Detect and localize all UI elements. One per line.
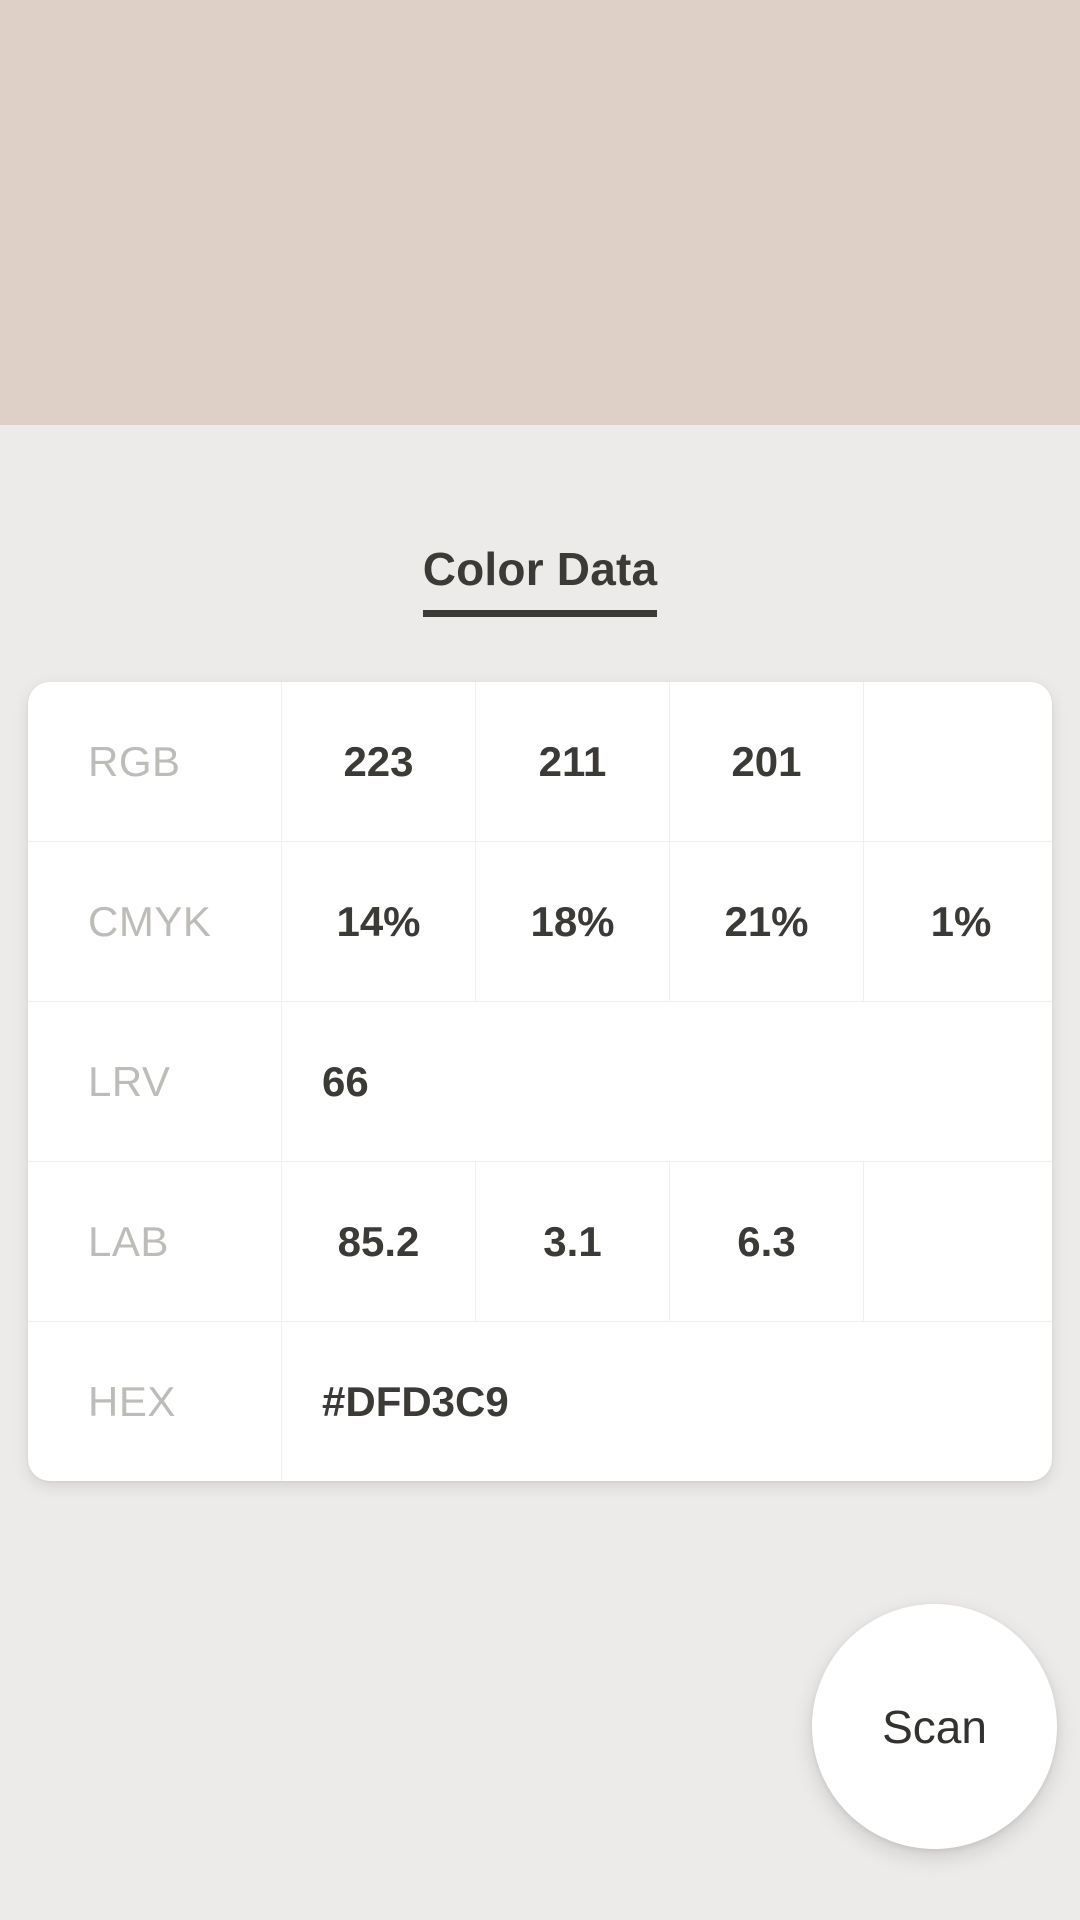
row-label-lrv: LRV <box>28 1002 282 1161</box>
table-row: RGB 223 211 201 <box>28 682 1052 842</box>
hex-value: #DFD3C9 <box>322 1377 509 1425</box>
table-row: LAB 85.2 3.1 6.3 <box>28 1162 1052 1322</box>
page-title-container: Color Data <box>0 513 1080 648</box>
row-label-rgb: RGB <box>28 682 282 841</box>
cmyk-k-value: 1% <box>930 897 992 945</box>
row-label-lab: LAB <box>28 1162 282 1321</box>
lab-a-value: 3.1 <box>476 1162 670 1321</box>
table-row: HEX #DFD3C9 <box>28 1322 1052 1481</box>
lab-empty-cell <box>864 1162 1052 1321</box>
row-label-cmyk: CMYK <box>28 842 282 1001</box>
lab-b-value: 6.3 <box>670 1162 864 1321</box>
lrv-value: 66 <box>322 1057 369 1105</box>
rgb-empty-cell <box>864 682 1052 841</box>
table-row: CMYK 14% 18% 21% 1% <box>28 842 1052 1002</box>
scan-button[interactable]: Scan <box>812 1604 1057 1849</box>
cmyk-c-value: 14% <box>282 842 476 1001</box>
cmyk-y-value: 21% <box>670 842 864 1001</box>
rgb-b-value: 201 <box>670 682 864 841</box>
cmyk-m-value: 18% <box>476 842 670 1001</box>
table-row: LRV 66 <box>28 1002 1052 1162</box>
rgb-r-value: 223 <box>282 682 476 841</box>
lab-l-value: 85.2 <box>282 1162 476 1321</box>
color-data-card: RGB 223 211 201 CMYK 14% 18% 21% 1% LRV … <box>28 682 1052 1481</box>
row-label-hex: HEX <box>28 1322 282 1481</box>
rgb-g-value: 211 <box>476 682 670 841</box>
page-title: Color Data <box>422 544 658 618</box>
color-preview-swatch <box>0 0 1080 425</box>
